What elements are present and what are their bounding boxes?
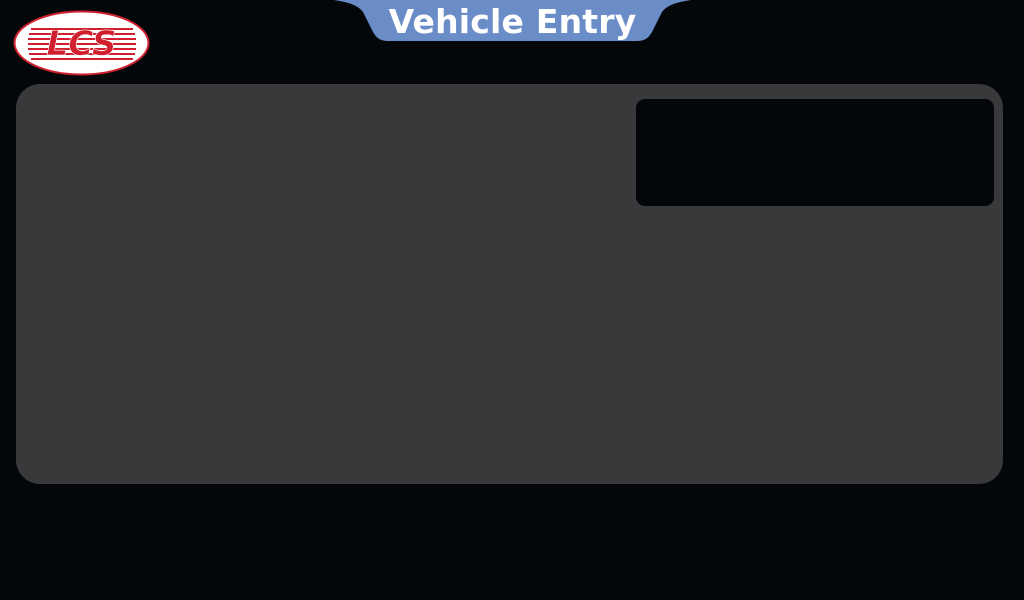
title-tab: Vehicle Entry — [334, 0, 691, 41]
page-title: Vehicle Entry — [388, 2, 637, 41]
lcs-logo-icon: LCS — [13, 10, 150, 76]
display-box — [636, 99, 994, 206]
main-panel — [16, 84, 1003, 484]
logo-text: LCS — [47, 24, 117, 64]
vehicle-entry-screen: LCS Vehicle Entry — [0, 0, 1024, 600]
